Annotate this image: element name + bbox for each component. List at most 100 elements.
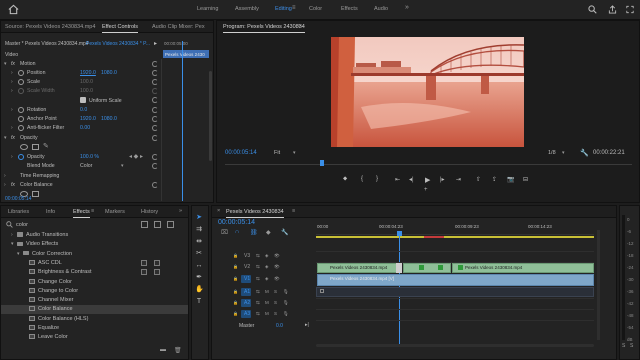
effect-item[interactable]: Channel Mixer — [23, 297, 73, 303]
mini-timeline-playhead[interactable] — [182, 41, 183, 201]
tab-audio-clip-mixer[interactable]: Audio Clip Mixer: Pex — [152, 24, 205, 30]
effect-item[interactable]: › Audio Transitions — [11, 232, 68, 238]
effect-item[interactable]: ▾ Color Correction — [17, 251, 72, 257]
mute-icon[interactable]: M — [265, 289, 269, 294]
eye-icon[interactable]: 👁 — [274, 253, 280, 259]
share-icon[interactable] — [608, 5, 617, 14]
reset-uniform-icon[interactable] — [152, 97, 158, 103]
scale-expand-icon[interactable]: › — [11, 79, 13, 85]
anchor-stopwatch-icon[interactable] — [18, 116, 24, 122]
go-to-end-icon[interactable]: ▸| — [305, 322, 309, 328]
effect-item[interactable]: Color Balance — [23, 306, 73, 312]
clip-v2-a[interactable]: Pexels Videos 2430834.mp4 — [317, 263, 402, 273]
opacity-expand-icon[interactable]: ▾ — [4, 135, 7, 141]
razor-tool-icon[interactable]: ✂ — [195, 250, 203, 258]
fit-chevron-down-icon[interactable]: ▾ — [293, 150, 296, 156]
rotation-expand-icon[interactable]: › — [11, 107, 13, 113]
reset-motion-icon[interactable] — [152, 61, 158, 67]
search-icon[interactable] — [588, 5, 597, 14]
keyframe-nav-icon[interactable]: ◂ ◆ ▸ — [129, 153, 143, 160]
opacity-fx-badge-icon[interactable]: fx — [11, 135, 15, 141]
antiflicker-stopwatch-icon[interactable] — [18, 125, 24, 131]
pen-tool-icon[interactable]: ✒ — [195, 274, 203, 282]
tab-sequence[interactable]: Pexels Videos 2430834 — [226, 209, 284, 218]
antiflicker-expand-icon[interactable]: › — [11, 125, 13, 131]
program-timecode[interactable]: 00:00:05:14 — [225, 150, 257, 156]
close-sequence-icon[interactable]: × — [217, 208, 220, 214]
resolution-select[interactable]: 1/8 — [548, 150, 556, 156]
cb-rectangle-mask-icon[interactable] — [32, 191, 39, 197]
go-to-out-icon[interactable]: ⇥ — [456, 176, 461, 183]
toggle-output-icon[interactable]: ◈ — [265, 264, 268, 270]
timeline-vertical-scrollbar[interactable] — [597, 230, 600, 340]
tab-effect-controls[interactable]: Effect Controls — [102, 24, 138, 33]
reset-antiflicker-icon[interactable] — [152, 125, 158, 131]
mute-icon[interactable]: M — [265, 300, 269, 305]
scale-stopwatch-icon[interactable] — [18, 79, 24, 85]
timeline-horizontal-scrollbar[interactable] — [316, 344, 594, 347]
voiceover-icon[interactable]: 🎙 — [283, 311, 289, 317]
rectangle-mask-icon[interactable] — [32, 144, 39, 150]
export-frame-icon[interactable]: 📷 — [507, 176, 514, 183]
program-scrub-bar[interactable] — [225, 164, 632, 165]
track-lock-icon[interactable]: 🔒 — [233, 264, 238, 269]
program-video-frame[interactable] — [331, 37, 524, 147]
sync-lock-icon[interactable]: ⇆ — [256, 276, 260, 282]
time-remap-expand-icon[interactable]: › — [4, 173, 6, 179]
position-stopwatch-icon[interactable] — [18, 70, 24, 76]
fx-badge-icon[interactable]: fx — [11, 61, 15, 67]
slip-tool-icon[interactable]: ↔ — [195, 262, 203, 270]
effect-item[interactable]: ▾ Video Effects — [11, 241, 58, 247]
color-balance-expand-icon[interactable]: › — [4, 182, 6, 188]
track-lock-icon[interactable]: 🔒 — [233, 300, 238, 305]
anchor-y-value[interactable]: 1080.0 — [101, 116, 117, 122]
effect-item[interactable]: Change Color — [23, 279, 72, 285]
sync-lock-icon[interactable]: ⇆ — [256, 300, 260, 306]
workspace-editing[interactable]: Editing — [275, 6, 292, 12]
workspace-assembly[interactable]: Assembly — [235, 6, 259, 12]
effect-item[interactable]: Change to Color — [23, 288, 78, 294]
track-lock-icon[interactable]: 🔒 — [233, 289, 238, 294]
effect-controls-scrollbar[interactable] — [209, 71, 212, 161]
reset-anchor-icon[interactable] — [152, 116, 158, 122]
lift-icon[interactable]: ⇧ — [476, 176, 481, 183]
play-only-audio-icon[interactable]: ▸ — [154, 40, 157, 47]
reset-opacity-section-icon[interactable] — [152, 135, 158, 141]
antiflicker-value[interactable]: 0.00 — [80, 125, 90, 131]
track-select-tool-icon[interactable]: ⇉ — [195, 226, 203, 234]
effect-item[interactable]: Color Balance (HLS) — [23, 316, 88, 322]
solo-meter-s-icon[interactable]: S — [622, 343, 625, 349]
sequence-clip-label[interactable]: Pexels Videos 2430834 * P... — [86, 41, 150, 47]
color-balance-fx-badge-icon[interactable]: fx — [11, 182, 15, 188]
ripple-edit-tool-icon[interactable]: ⇹ — [195, 238, 203, 246]
effect-item[interactable]: ASC CDL — [23, 260, 62, 266]
insert-nest-icon[interactable]: ⌧ — [221, 229, 228, 236]
pen-mask-icon[interactable]: ✎ — [43, 142, 49, 150]
motion-expand-icon[interactable]: ▾ — [4, 61, 7, 67]
more-workspaces-icon[interactable]: » — [405, 4, 409, 11]
add-marker-timeline-icon[interactable]: ◆ — [266, 229, 271, 236]
resolution-chevron-down-icon[interactable]: ▾ — [562, 150, 565, 156]
scale-width-expand-icon[interactable]: › — [11, 88, 13, 94]
mark-out-icon[interactable]: } — [376, 176, 378, 182]
anchor-x-value[interactable]: 1920.0 — [80, 116, 96, 122]
effect-item[interactable]: Equalize — [23, 325, 59, 331]
workspace-menu-icon[interactable]: ≡ — [292, 5, 296, 11]
eye-icon[interactable]: 👁 — [274, 264, 280, 270]
program-menu-icon[interactable]: ≡ — [298, 23, 301, 29]
track-label[interactable]: V1 — [244, 276, 250, 282]
sync-lock-icon[interactable]: ⇆ — [256, 264, 260, 270]
program-playhead[interactable] — [320, 160, 324, 166]
rotation-value[interactable]: 0.0 — [80, 107, 87, 113]
rotation-stopwatch-icon[interactable] — [18, 107, 24, 113]
hand-tool-icon[interactable]: ✋ — [195, 286, 204, 294]
reset-position-icon[interactable] — [152, 70, 158, 76]
new-bin-icon[interactable]: ▬ — [160, 347, 166, 353]
timeline-timecode[interactable]: 00:00:05:14 — [218, 219, 255, 226]
selection-tool-icon[interactable]: ➤ — [195, 214, 203, 222]
blend-mode-select[interactable]: Color — [80, 163, 92, 169]
sync-lock-icon[interactable]: ⇆ — [256, 289, 260, 295]
tab-source[interactable]: Source: Pexels Videos 2430834.mp4 — [5, 24, 95, 30]
extract-icon[interactable]: ⇪ — [492, 176, 497, 183]
opacity-stopwatch-icon[interactable] — [18, 154, 24, 160]
